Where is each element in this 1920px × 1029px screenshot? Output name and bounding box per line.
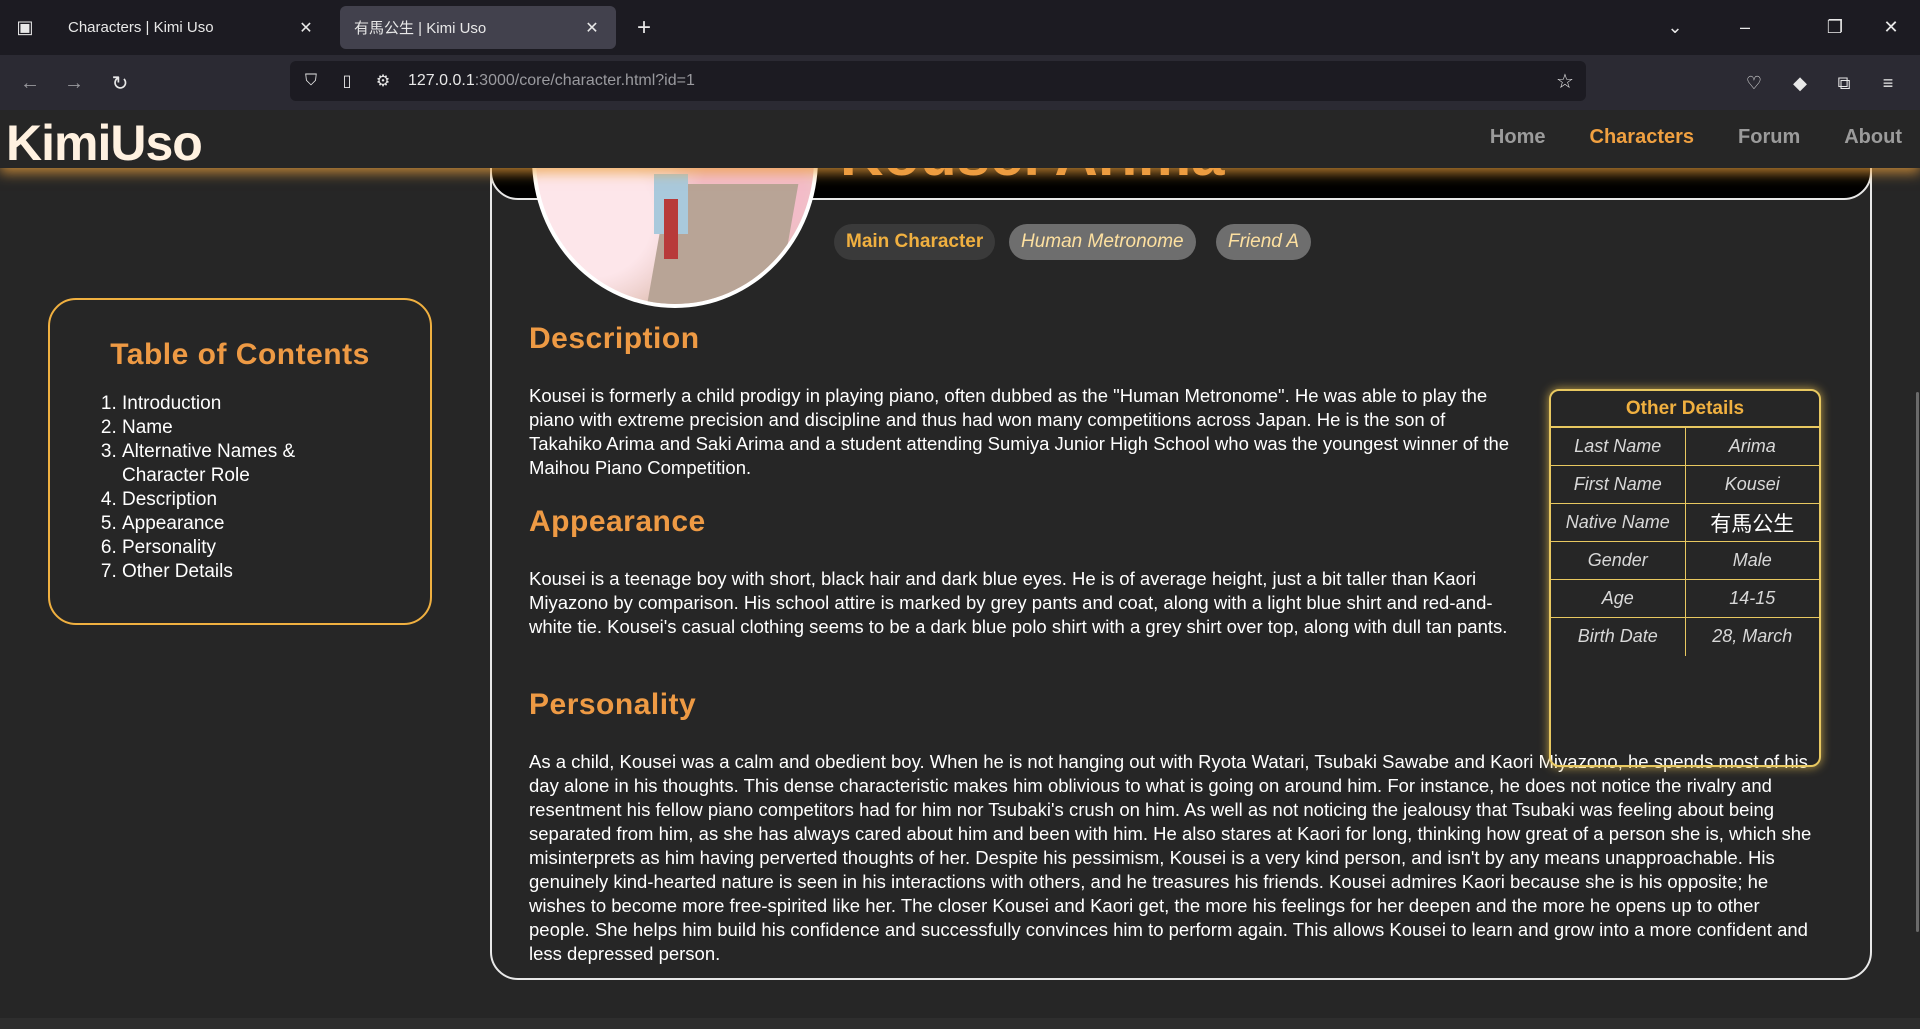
- browser-nav-bar: ← → ↻ ⛉ ▯ ⚙ 127.0.0.1:3000/core/characte…: [0, 55, 1920, 110]
- detail-value: Arima: [1684, 427, 1819, 466]
- toc-item-personality[interactable]: Personality: [122, 536, 390, 560]
- close-icon[interactable]: ✕: [296, 18, 316, 38]
- table-row: Birth Date 28, March: [1551, 617, 1819, 656]
- detail-label: Birth Date: [1551, 617, 1686, 656]
- tag-friend-a: Friend A: [1216, 224, 1312, 260]
- toc-item-name[interactable]: Name: [122, 416, 390, 440]
- detail-label: Last Name: [1551, 427, 1686, 466]
- detail-value: Kousei: [1684, 465, 1819, 504]
- browser-tab-characters[interactable]: Characters | Kimi Uso ✕: [54, 6, 330, 49]
- table-row: Age 14-15: [1551, 579, 1819, 618]
- other-details-title: Other Details: [1551, 391, 1819, 427]
- detail-label: Native Name: [1551, 503, 1686, 542]
- table-row: Native Name 有馬公生: [1551, 503, 1819, 542]
- url-host: 127.0.0.1: [408, 72, 475, 89]
- table-row: First Name Kousei: [1551, 465, 1819, 504]
- new-tab-icon[interactable]: +: [630, 14, 658, 42]
- bottom-strip: [0, 1018, 1920, 1029]
- address-bar[interactable]: ⛉ ▯ ⚙ 127.0.0.1:3000/core/character.html…: [290, 61, 1586, 101]
- minimize-icon[interactable]: –: [1730, 12, 1760, 42]
- site-logo[interactable]: KimiUso: [6, 114, 203, 172]
- personality-heading: Personality: [529, 688, 697, 721]
- other-details-table: Other Details Last Name Arima First Name K…: [1549, 389, 1821, 767]
- nav-characters[interactable]: Characters: [1590, 126, 1695, 149]
- toc-list: Introduction Name Alternative Names & Ch…: [90, 392, 390, 584]
- window-close-icon[interactable]: ✕: [1876, 12, 1906, 42]
- nav-forum[interactable]: Forum: [1738, 126, 1800, 149]
- personality-text: As a child, Kousei was a calm and obedie…: [529, 751, 1812, 964]
- browser-tab-bar: ▣ Characters | Kimi Uso ✕ 有馬公生 | Kimi Us…: [0, 0, 1920, 55]
- detail-value: Male: [1684, 541, 1819, 580]
- shield-icon[interactable]: ⛉: [296, 66, 326, 96]
- tab-list-icon[interactable]: ▣: [12, 14, 38, 40]
- table-row: Gender Male: [1551, 541, 1819, 580]
- chevron-down-icon[interactable]: ⌄: [1660, 12, 1690, 42]
- toc-item-introduction[interactable]: Introduction: [122, 392, 390, 416]
- tag-human-metronome: Human Metronome: [1009, 224, 1196, 260]
- tab-title: Characters | Kimi Uso: [68, 19, 214, 36]
- toc-item-description[interactable]: Description: [122, 488, 390, 512]
- appearance-text: Kousei is a teenage boy with short, blac…: [529, 568, 1508, 637]
- bookmark-star-icon[interactable]: ☆: [1550, 66, 1580, 96]
- nav-home[interactable]: Home: [1490, 126, 1546, 149]
- url-text[interactable]: 127.0.0.1:3000/core/character.html?id=1: [408, 72, 1550, 90]
- description-heading: Description: [529, 322, 700, 355]
- tab-title: 有馬公生 | Kimi Uso: [354, 20, 487, 37]
- detail-label: First Name: [1551, 465, 1686, 504]
- table-of-contents: Table of Contents Introduction Name Alte…: [48, 298, 432, 625]
- site-header: KimiUso Home Characters Forum About: [0, 110, 1920, 171]
- detail-label: Age: [1551, 579, 1686, 618]
- avatar-tie: [664, 199, 678, 259]
- appearance-heading: Appearance: [529, 505, 706, 538]
- back-icon[interactable]: ←: [14, 67, 46, 99]
- scrollbar-thumb[interactable]: [1916, 392, 1919, 932]
- table-row: Last Name Arima: [1551, 427, 1819, 466]
- permissions-icon[interactable]: ⚙: [368, 66, 398, 96]
- extension-avatar-icon[interactable]: ◆: [1784, 67, 1816, 99]
- tag-main-character: Main Character: [834, 224, 996, 260]
- detail-label: Gender: [1551, 541, 1686, 580]
- detail-value: 28, March: [1684, 617, 1819, 656]
- toc-title: Table of Contents: [110, 338, 370, 371]
- detail-value: 14-15: [1684, 579, 1819, 618]
- restore-icon[interactable]: ❐: [1820, 12, 1850, 42]
- extensions-puzzle-icon[interactable]: ⧉: [1828, 67, 1860, 99]
- toc-item-alternative-names[interactable]: Alternative Names & Character Role: [122, 440, 390, 488]
- toc-item-appearance[interactable]: Appearance: [122, 512, 390, 536]
- browser-tab-character-detail[interactable]: 有馬公生 | Kimi Uso ✕: [340, 6, 616, 49]
- web-page: Kousei Arima KimiUso Home Characters For…: [0, 110, 1920, 1029]
- url-path: :3000/core/character.html?id=1: [474, 72, 695, 89]
- pocket-icon[interactable]: ♡: [1738, 67, 1770, 99]
- nav-about[interactable]: About: [1844, 126, 1902, 149]
- forward-icon[interactable]: →: [58, 67, 90, 99]
- menu-icon[interactable]: ≡: [1872, 67, 1904, 99]
- description-text: Kousei is formerly a child prodigy in pl…: [529, 385, 1510, 478]
- close-icon[interactable]: ✕: [582, 18, 602, 38]
- page-icon[interactable]: ▯: [332, 66, 362, 96]
- toc-item-other-details[interactable]: Other Details: [122, 560, 390, 584]
- reload-icon[interactable]: ↻: [104, 67, 136, 99]
- detail-value: 有馬公生: [1684, 503, 1819, 542]
- site-nav: Home Characters Forum About: [1490, 126, 1902, 149]
